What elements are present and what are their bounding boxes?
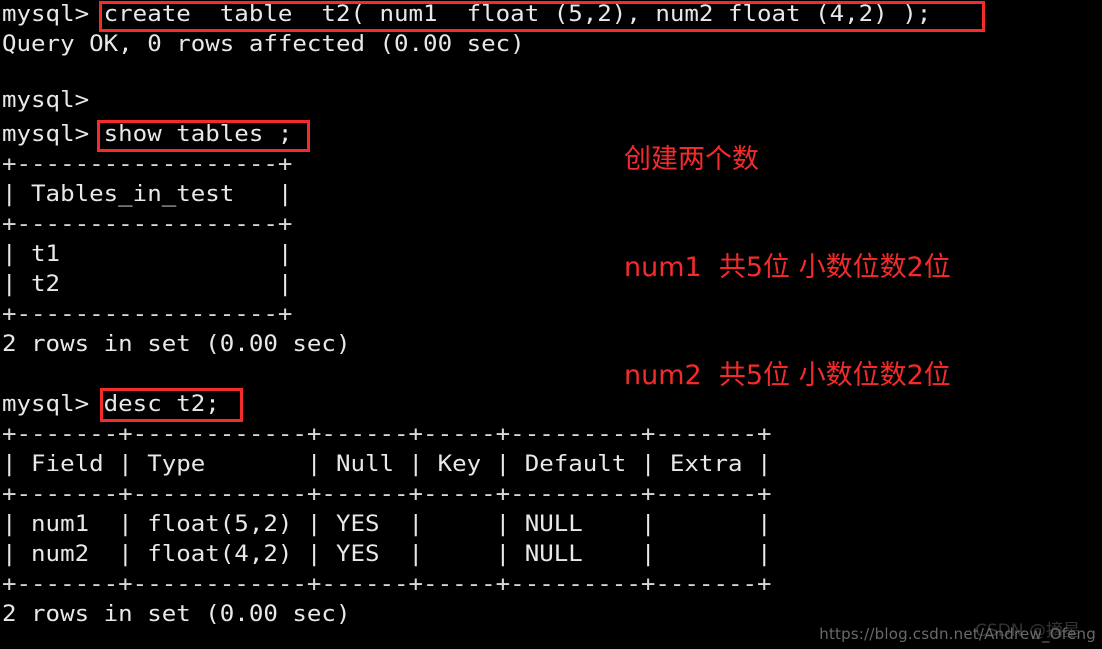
- terminal-line: | t2 |: [2, 272, 293, 297]
- annotation-line: num1 共5位 小数位数2位: [624, 252, 951, 283]
- terminal-line: mysql> show tables ;: [2, 122, 293, 147]
- terminal-line: | t1 |: [2, 242, 293, 267]
- annotation-line: num2 共5位 小数位数2位: [624, 360, 951, 391]
- terminal-line: mysql>: [2, 88, 90, 113]
- terminal-line: mysql> desc t2;: [2, 392, 220, 417]
- annotation-note: 创建两个数 num1 共5位 小数位数2位 num2 共5位 小数位数2位: [624, 70, 951, 430]
- terminal-line: +-------+------------+------+-----+-----…: [2, 482, 772, 507]
- terminal-line: Query OK, 0 rows affected (0.00 sec): [2, 32, 525, 57]
- terminal-line: | num2 | float(4,2) | YES | | NULL | |: [2, 542, 772, 567]
- terminal-line: +------------------+: [2, 302, 293, 327]
- terminal-line: +------------------+: [2, 212, 293, 237]
- annotation-line: 创建两个数: [624, 144, 759, 175]
- terminal-line: +-------+------------+------+-----+-----…: [2, 572, 772, 597]
- terminal-line: 2 rows in set (0.00 sec): [2, 332, 351, 357]
- terminal-line: mysql> create table t2( num1 float (5,2)…: [2, 2, 932, 27]
- blog-url-watermark: https://blog.csdn.net/Andrew_Ofeng: [819, 625, 1096, 643]
- terminal-line: | num1 | float(5,2) | YES | | NULL | |: [2, 512, 772, 537]
- terminal-line: +------------------+: [2, 152, 293, 177]
- terminal-line: | Field | Type | Null | Key | Default | …: [2, 452, 772, 477]
- terminal-line: | Tables_in_test |: [2, 182, 293, 207]
- terminal-line: 2 rows in set (0.00 sec): [2, 602, 351, 627]
